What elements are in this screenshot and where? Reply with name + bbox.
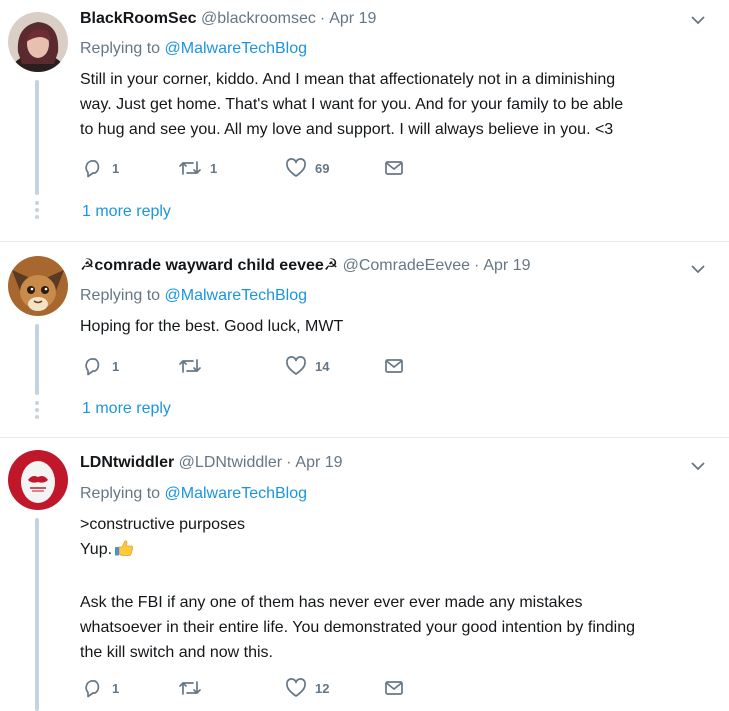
direct-message-button[interactable]	[384, 355, 404, 377]
like-count: 14	[315, 358, 330, 374]
tweet-actions: 1 1 69	[82, 157, 412, 179]
reply-icon	[85, 680, 100, 698]
tweet-text: Still in your corner, kiddo. And I mean …	[80, 67, 710, 142]
thread-line	[35, 80, 39, 195]
replying-to-label: Replying to	[80, 485, 161, 502]
tweet-text-line: Hoping for the best. Good luck, MWT	[80, 318, 344, 335]
like-count: 12	[315, 680, 330, 696]
replying-to: Replying to @MalwareTechBlog	[80, 286, 307, 306]
tweet-text-line: Ask the FBI if any one of them has never…	[80, 594, 583, 611]
like-button[interactable]: 12	[285, 677, 329, 699]
tweet-date[interactable]: Apr 19	[329, 10, 376, 27]
mention-link[interactable]: @MalwareTechBlog	[165, 40, 308, 57]
reply-icon	[85, 160, 100, 178]
direct-message-icon	[385, 161, 403, 175]
like-icon	[286, 356, 306, 375]
user-handle[interactable]: @ComradeEevee	[343, 257, 470, 274]
tweet-ldntwiddler[interactable]: LDNtwiddler @LDNtwiddler · Apr 19 Replying…	[0, 438, 729, 711]
tweet-text: Hoping for the best. Good luck, MWT	[80, 314, 710, 339]
retweet-button[interactable]	[178, 677, 202, 699]
replying-to: Replying to @MalwareTechBlog	[80, 39, 307, 59]
retweet-icon	[179, 359, 201, 373]
direct-message-icon	[385, 681, 403, 695]
reply-button[interactable]: 1	[82, 355, 119, 377]
retweet-button[interactable]	[178, 355, 202, 377]
like-icon	[286, 158, 306, 177]
retweet-count: 1	[210, 160, 218, 176]
mention-link[interactable]: @MalwareTechBlog	[165, 485, 308, 502]
user-handle[interactable]: @blackroomsec	[201, 10, 316, 27]
mention-link[interactable]: @MalwareTechBlog	[165, 287, 308, 304]
like-button[interactable]: 14	[285, 355, 329, 377]
tweet-text-segment: Yup.	[80, 541, 113, 558]
separator-dot: ·	[286, 454, 292, 471]
display-name[interactable]: LDNtwiddler	[80, 454, 174, 471]
tweet-text-line: to hug and see you. All my love and supp…	[80, 121, 614, 138]
chevron-down-icon[interactable]	[690, 458, 706, 474]
tweet-header: LDNtwiddler @LDNtwiddler · Apr 19	[80, 453, 343, 473]
reply-count: 1	[112, 160, 120, 176]
tweet-header: BlackRoomSec @blackroomsec · Apr 19	[80, 9, 376, 29]
separator-dot: ·	[319, 10, 326, 27]
thread-line	[35, 324, 39, 395]
tweet-text: >constructive purposes Yup. Ask the FBI …	[80, 512, 710, 665]
like-button[interactable]: 69	[285, 157, 329, 179]
avatar[interactable]	[8, 450, 68, 510]
tweet-text-line: whatsoever in their entire life. You dem…	[80, 619, 636, 636]
like-icon	[286, 678, 306, 697]
thread-line	[35, 518, 39, 711]
replying-to-label: Replying to	[80, 287, 161, 304]
chevron-down-icon[interactable]	[690, 261, 706, 277]
like-count: 69	[315, 160, 330, 176]
tweet-date[interactable]: Apr 19	[295, 454, 342, 471]
reply-button[interactable]: 1	[82, 677, 119, 699]
tweet-date[interactable]: Apr 19	[483, 257, 530, 274]
reply-icon	[85, 358, 100, 376]
tweet-text-line: Yup.	[80, 537, 710, 565]
tweet-text-line: Still in your corner, kiddo. And I mean …	[80, 71, 616, 88]
more-replies-link[interactable]: 1 more reply	[82, 399, 171, 419]
tweet-actions: 1 14	[82, 355, 412, 377]
replying-to-label: Replying to	[80, 40, 161, 57]
tweet-text-line: way. Just get home. That's what I want f…	[80, 96, 624, 113]
retweet-icon	[179, 161, 201, 175]
avatar[interactable]	[8, 12, 68, 72]
display-name[interactable]: BlackRoomSec	[80, 10, 197, 27]
direct-message-button[interactable]	[384, 157, 404, 179]
tweet-comradeeevee[interactable]: ☭comrade wayward child eevee☭ @ComradeEe…	[0, 242, 729, 438]
reply-button[interactable]: 1	[82, 157, 119, 179]
separator-dot: ·	[474, 257, 480, 274]
tweet-text-line: >constructive purposes	[80, 516, 245, 533]
direct-message-button[interactable]	[384, 677, 404, 699]
avatar[interactable]	[8, 256, 68, 316]
retweet-button[interactable]: 1	[178, 157, 217, 179]
tweet-text-line: the kill switch and now this.	[80, 644, 273, 661]
thumbs-up-emoji	[114, 539, 134, 565]
replying-to: Replying to @MalwareTechBlog	[80, 484, 307, 504]
reply-count: 1	[112, 680, 120, 696]
direct-message-icon	[385, 359, 403, 373]
retweet-icon	[179, 681, 201, 695]
display-name[interactable]: ☭comrade wayward child eevee☭	[80, 257, 338, 274]
chevron-down-icon[interactable]	[690, 12, 706, 28]
thread-dots	[35, 201, 39, 222]
tweet-header: ☭comrade wayward child eevee☭ @ComradeEe…	[80, 256, 530, 276]
tweet-actions: 1 12	[82, 677, 412, 699]
tweet-blackroomsec[interactable]: BlackRoomSec @blackroomsec · Apr 19 Replyi…	[0, 0, 729, 242]
reply-count: 1	[112, 358, 120, 374]
user-handle[interactable]: @LDNtwiddler	[179, 454, 282, 471]
thread-dots	[35, 401, 39, 422]
more-replies-link[interactable]: 1 more reply	[82, 202, 171, 222]
